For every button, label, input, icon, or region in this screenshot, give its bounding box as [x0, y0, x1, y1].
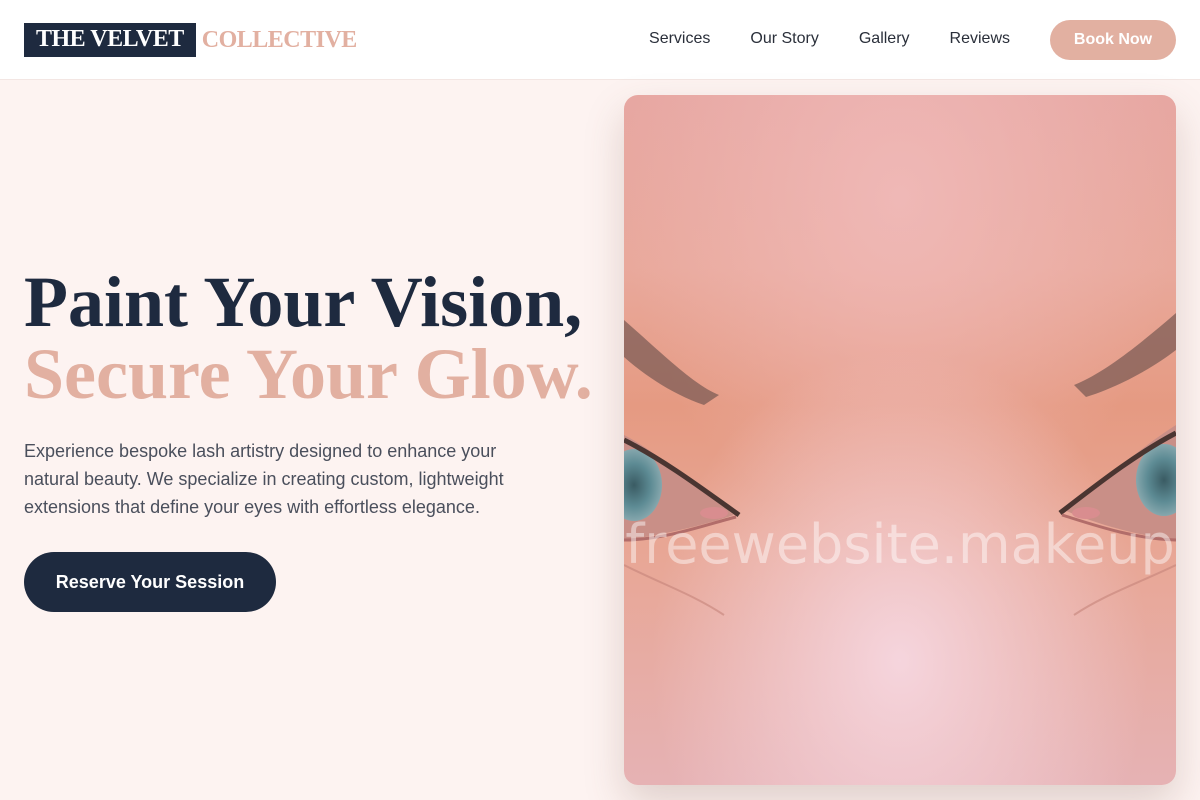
main-nav: Services Our Story Gallery Reviews	[649, 29, 1010, 49]
site-header: THE VELVET COLLECTIVE Services Our Story…	[0, 0, 1200, 80]
brand-name-dark: THE VELVET	[24, 23, 196, 57]
nav-item-our-story[interactable]: Our Story	[750, 29, 818, 49]
hero-description: Experience bespoke lash artistry designe…	[24, 441, 504, 517]
book-now-button[interactable]: Book Now	[1050, 20, 1176, 60]
hero-title-line2: Secure Your Glow.	[24, 334, 593, 414]
hero-title: Paint Your Vision, Secure Your Glow.	[24, 266, 593, 410]
brand-name-light: COLLECTIVE	[201, 27, 358, 53]
brand-logo[interactable]: THE VELVET COLLECTIVE	[24, 23, 357, 57]
eyes-closeup-photo	[624, 95, 1176, 785]
nav-item-gallery[interactable]: Gallery	[859, 29, 910, 49]
hero-title-line1: Paint Your Vision,	[24, 262, 583, 342]
nav-item-reviews[interactable]: Reviews	[950, 29, 1010, 49]
hero-image: freewebsite.makeup	[624, 95, 1176, 785]
nav-item-services[interactable]: Services	[649, 29, 710, 49]
reserve-session-button[interactable]: Reserve Your Session	[24, 552, 276, 612]
